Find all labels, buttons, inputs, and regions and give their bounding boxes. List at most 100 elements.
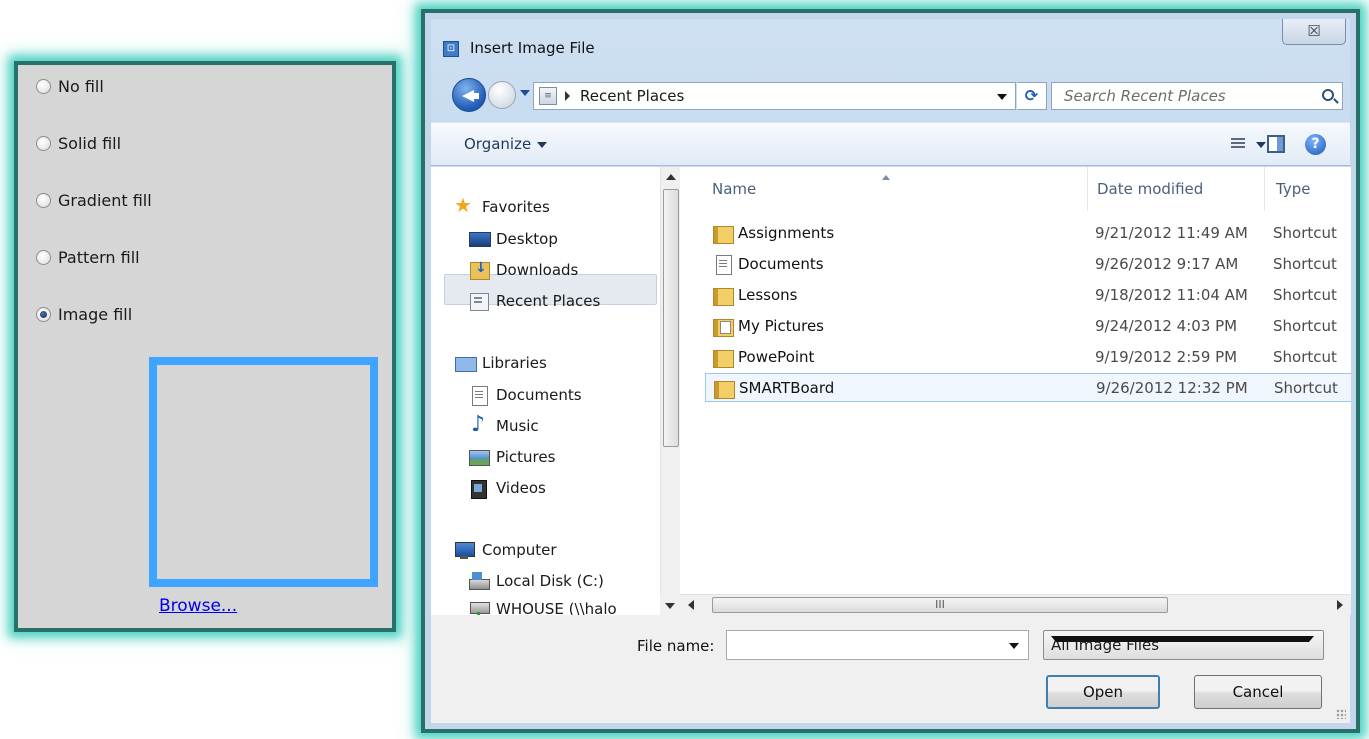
scroll-down-button[interactable]	[660, 594, 680, 615]
file-date: 9/26/2012 12:32 PM	[1096, 379, 1248, 397]
history-dropdown-icon[interactable]	[520, 90, 530, 96]
file-row[interactable]: Lessons 9/18/2012 11:04 AM Shortcut	[705, 281, 1351, 310]
file-row[interactable]: PowePoint 9/19/2012 2:59 PM Shortcut	[705, 343, 1351, 372]
document-icon	[468, 385, 490, 406]
file-type: Shortcut	[1273, 286, 1337, 304]
organize-label: Organize	[464, 135, 532, 153]
radio-solid-fill[interactable]: Solid fill	[36, 134, 121, 153]
file-type: Shortcut	[1273, 317, 1337, 335]
address-dropdown-icon[interactable]	[997, 94, 1007, 100]
command-toolbar: Organize ?	[431, 122, 1350, 166]
nav-recent-places[interactable]: Recent Places	[468, 287, 600, 315]
forward-arrow-icon[interactable]	[488, 81, 516, 109]
column-divider[interactable]	[1264, 167, 1265, 211]
file-row-selected[interactable]: SMARTBoard 9/26/2012 12:32 PM Shortcut	[705, 373, 1351, 402]
desktop-icon	[468, 229, 491, 249]
file-name: Lessons	[738, 286, 798, 304]
nav-label: Music	[496, 417, 539, 435]
breadcrumb-location[interactable]: Recent Places	[580, 87, 684, 105]
radio-no-fill[interactable]: No fill	[36, 77, 104, 96]
close-button[interactable]: ☒	[1282, 19, 1346, 45]
nav-label: Documents	[496, 386, 582, 404]
folder-icon	[712, 285, 734, 306]
radio-circle-icon[interactable]	[36, 136, 51, 151]
videos-icon	[468, 478, 490, 499]
radio-label: Gradient fill	[58, 191, 152, 210]
horizontal-scrollbar[interactable]: III	[680, 594, 1351, 615]
folder-icon	[712, 223, 734, 244]
column-header-type[interactable]: Type	[1276, 167, 1310, 211]
file-type-select[interactable]: All Image Files	[1043, 630, 1324, 660]
nav-vertical-scrollbar[interactable]	[660, 167, 680, 615]
radio-label: Solid fill	[58, 134, 122, 153]
file-row[interactable]: My Pictures 9/24/2012 4:03 PM Shortcut	[705, 312, 1351, 341]
column-divider[interactable]	[1087, 167, 1088, 211]
radio-gradient-fill[interactable]: Gradient fill	[36, 191, 152, 210]
search-input[interactable]	[1062, 86, 1302, 106]
chevron-down-icon[interactable]	[1051, 636, 1314, 642]
nav-favorites[interactable]: Favorites	[454, 193, 550, 221]
scroll-left-icon[interactable]	[688, 600, 694, 610]
folder-icon	[712, 347, 734, 368]
nav-local-disk[interactable]: Local Disk (C:)	[468, 567, 604, 595]
open-button[interactable]: Open	[1046, 675, 1160, 709]
browse-link[interactable]: Browse...	[159, 596, 237, 616]
file-type: Shortcut	[1273, 348, 1337, 366]
dialog-body: ⊡ Insert Image File ☒ ≡ Recent Places ⟳ …	[431, 19, 1351, 723]
file-type: Shortcut	[1273, 224, 1337, 242]
scroll-up-icon[interactable]	[666, 174, 676, 180]
fill-options-panel: No fill Solid fill Gradient fill Pattern…	[14, 61, 396, 632]
chevron-down-icon	[1256, 142, 1266, 148]
nav-computer[interactable]: Computer	[454, 536, 557, 564]
preview-pane-icon[interactable]	[1267, 135, 1285, 153]
scrollbar-thumb[interactable]	[663, 189, 679, 447]
file-row[interactable]: Documents 9/26/2012 9:17 AM Shortcut	[705, 250, 1351, 279]
file-name-input[interactable]	[731, 635, 991, 655]
title-bar[interactable]: ⊡ Insert Image File ☒	[431, 19, 1350, 69]
address-bar[interactable]: ≡ Recent Places	[533, 82, 1016, 110]
cancel-button[interactable]: Cancel	[1194, 675, 1322, 709]
column-header-name[interactable]: Name	[712, 167, 756, 211]
column-header-date[interactable]: Date modified	[1097, 167, 1203, 211]
radio-circle-icon[interactable]	[36, 79, 51, 94]
app-icon: ⊡	[443, 41, 459, 57]
radio-pattern-fill[interactable]: Pattern fill	[36, 248, 140, 267]
nav-documents[interactable]: Documents	[468, 381, 582, 409]
radio-checked-icon[interactable]	[36, 307, 51, 322]
radio-image-fill[interactable]: Image fill	[36, 305, 132, 324]
nav-downloads[interactable]: Downloads	[468, 256, 578, 284]
chevron-down-icon	[537, 141, 548, 148]
dialog-footer: File name: All Image Files Open Cancel	[431, 615, 1350, 723]
file-date: 9/21/2012 11:49 AM	[1095, 224, 1248, 242]
file-name: PowePoint	[738, 348, 815, 366]
back-arrow-icon[interactable]	[452, 78, 486, 112]
file-row[interactable]: Assignments 9/21/2012 11:49 AM Shortcut	[705, 219, 1351, 248]
search-icon[interactable]	[1322, 89, 1334, 101]
search-box[interactable]	[1051, 82, 1343, 110]
radio-circle-icon[interactable]	[36, 193, 51, 208]
scroll-right-icon[interactable]	[1337, 600, 1343, 610]
star-icon	[454, 193, 476, 217]
nav-label: Desktop	[496, 230, 558, 248]
breadcrumb-chevron-icon[interactable]	[565, 91, 570, 101]
change-view-button[interactable]	[1231, 135, 1267, 155]
nav-videos[interactable]: Videos	[468, 474, 546, 502]
file-name-combobox[interactable]	[726, 630, 1029, 660]
nav-music[interactable]: Music	[468, 412, 539, 440]
refresh-icon[interactable]: ⟳	[1017, 82, 1047, 110]
scrollbar-thumb[interactable]: III	[712, 597, 1168, 613]
chevron-down-icon[interactable]	[1009, 643, 1019, 649]
help-icon[interactable]: ?	[1305, 134, 1326, 155]
insert-image-dialog: ⊡ Insert Image File ☒ ≡ Recent Places ⟳ …	[421, 9, 1360, 733]
radio-circle-icon[interactable]	[36, 250, 51, 265]
nav-pictures[interactable]: Pictures	[468, 443, 555, 471]
libraries-icon	[454, 353, 477, 373]
nav-desktop[interactable]: Desktop	[468, 225, 558, 253]
views-icon	[1231, 138, 1245, 150]
nav-libraries[interactable]: Libraries	[454, 349, 547, 377]
nav-network-drive[interactable]: WHOUSE (\\halo	[468, 595, 617, 615]
scroll-down-icon[interactable]	[665, 603, 675, 609]
resize-grip-icon[interactable]	[1336, 709, 1346, 719]
organize-button[interactable]: Organize	[464, 135, 548, 153]
dialog-title: Insert Image File	[470, 39, 595, 57]
